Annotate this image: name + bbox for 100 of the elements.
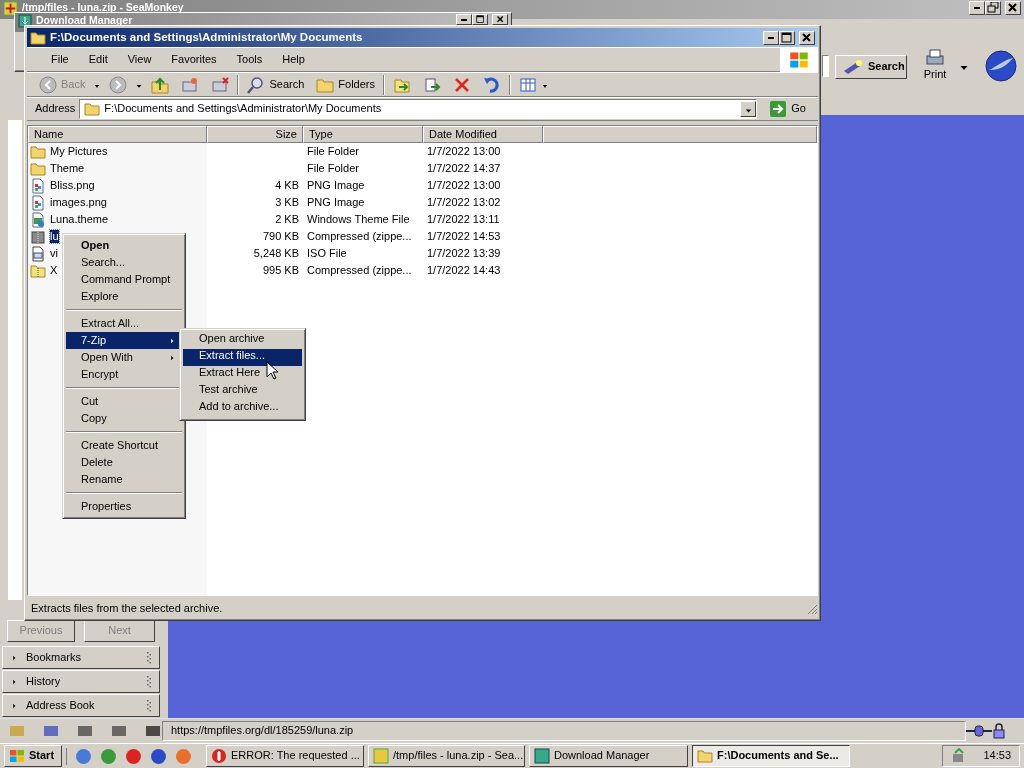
- file-name[interactable]: X: [50, 263, 58, 278]
- sidebar-panel-header[interactable]: Bookmarks: [2, 646, 160, 669]
- drive-icon: [211, 75, 230, 94]
- table-cell-text: ISO File: [306, 246, 348, 261]
- start-button[interactable]: Start: [4, 745, 62, 767]
- logo-icon: [985, 50, 1017, 82]
- menu-item[interactable]: Encrypt: [66, 366, 182, 383]
- menu-item[interactable]: Help: [274, 50, 313, 69]
- menu-item[interactable]: Open archive: [183, 332, 302, 349]
- error-icon: [211, 748, 227, 764]
- panel-title: Bookmarks: [26, 650, 83, 665]
- menu-item[interactable]: 7-Zip: [66, 332, 182, 349]
- url-field[interactable]: [822, 55, 829, 77]
- column-header[interactable]: Size: [207, 126, 303, 143]
- taskbar-button[interactable]: /tmp/files - luna.zip - Sea...: [368, 745, 525, 767]
- app-icon: [3, 1, 18, 16]
- minimize-button[interactable]: [763, 30, 779, 45]
- minimize-button[interactable]: [969, 1, 985, 15]
- table-cell-text: Windows Theme File: [306, 212, 411, 227]
- folder-icon: [697, 748, 713, 764]
- menu-item[interactable]: Test archive: [183, 383, 302, 400]
- menu-item[interactable]: Properties: [66, 498, 182, 515]
- column-header[interactable]: Type: [303, 126, 423, 143]
- folder-icon: [30, 29, 46, 46]
- file-name[interactable]: images.png: [50, 195, 107, 210]
- column-header[interactable]: Date Modified: [423, 126, 543, 143]
- file-name[interactable]: vi: [50, 246, 58, 261]
- app-icon: [373, 748, 389, 764]
- menu-item[interactable]: Favorites: [163, 50, 225, 69]
- connection-icon: [966, 723, 992, 739]
- menu-item[interactable]: Tools: [228, 50, 271, 69]
- menu-item[interactable]: Open With: [66, 349, 182, 366]
- window-title: Download Manager: [36, 14, 133, 27]
- table-cell-text: 1/7/2022 13:00: [426, 144, 502, 159]
- maximize-icon: [781, 31, 793, 44]
- menu-item[interactable]: Create Shortcut: [66, 437, 182, 454]
- folders-button[interactable]: Folders: [312, 73, 379, 96]
- theme-file-icon: [30, 211, 46, 228]
- restore-icon: [987, 2, 999, 14]
- search-button[interactable]: Search: [243, 73, 309, 96]
- table-cell-text: 1/7/2022 14:43: [426, 263, 502, 278]
- taskbar-button[interactable]: Download Manager: [529, 745, 688, 767]
- menu-item[interactable]: Copy: [66, 410, 182, 427]
- clock: 14:53: [983, 749, 1011, 763]
- window-title: /tmp/files - luna.zip - SeaMonkey: [22, 1, 184, 14]
- minimize-button[interactable]: [456, 14, 472, 25]
- table-cell-text: PNG Image: [306, 195, 366, 210]
- status-text: https://tmpfiles.org/dl/185259/luna.zip: [162, 721, 966, 741]
- file-name[interactable]: lu: [50, 229, 59, 244]
- sidebar-panel-header[interactable]: History: [2, 670, 160, 693]
- menu-item[interactable]: Edit: [80, 50, 116, 69]
- close-button[interactable]: [1005, 1, 1021, 15]
- file-name[interactable]: Bliss.png: [50, 178, 95, 193]
- menu-item[interactable]: View: [119, 50, 160, 69]
- menu-item[interactable]: Open: [66, 237, 182, 254]
- taskbar-button[interactable]: F:\Documents and Se...: [692, 745, 850, 767]
- menu-item[interactable]: Extract files...: [183, 349, 302, 366]
- file-name[interactable]: Theme: [50, 161, 85, 176]
- minimize-icon: [768, 36, 774, 39]
- print-button[interactable]: Print: [916, 46, 954, 86]
- table-cell-text: 1/7/2022 14:53: [426, 229, 502, 244]
- sidebar-panel-header[interactable]: Address Book: [2, 694, 160, 717]
- folder-icon: [30, 160, 46, 177]
- close-button[interactable]: [492, 14, 508, 25]
- panel-title: Address Book: [26, 698, 96, 713]
- maximize-icon: [475, 15, 485, 24]
- circle-icon: [175, 747, 192, 765]
- dropdown-button[interactable]: [740, 101, 757, 117]
- menu-item[interactable]: Rename: [66, 471, 182, 488]
- grip-icon: [147, 651, 151, 664]
- restore-button[interactable]: [985, 1, 1001, 15]
- window-title: F:\Documents and Settings\Administrator\My Documents: [50, 30, 363, 45]
- printer-icon: [924, 48, 946, 68]
- menu-item[interactable]: Explore: [66, 288, 182, 305]
- maximize-button[interactable]: [472, 14, 488, 25]
- table-cell-text: 1/7/2022 13:00: [426, 178, 502, 193]
- close-button[interactable]: [799, 30, 815, 45]
- menu-item[interactable]: Command Prompt: [66, 271, 182, 288]
- archive-icon: [30, 228, 46, 245]
- taskbar-button[interactable]: ERROR: The requested ...: [206, 745, 364, 767]
- address-field[interactable]: F:\Documents and Settings\Administrator\My Documents: [79, 99, 758, 119]
- menu-item[interactable]: Search...: [66, 254, 182, 271]
- menu-item[interactable]: Extract All...: [66, 315, 182, 332]
- go-button[interactable]: Go: [765, 98, 810, 120]
- maximize-button[interactable]: [779, 30, 795, 45]
- table-cell-text: Compressed (zippe...: [306, 263, 413, 278]
- menu-item[interactable]: Delete: [66, 454, 182, 471]
- table-cell-text: 4 KB: [274, 178, 300, 193]
- status-text: Extracts files from the selected archive.: [30, 602, 224, 616]
- table-cell-text: File Folder: [306, 144, 360, 159]
- menu-item[interactable]: File: [43, 50, 77, 69]
- menu-item[interactable]: Cut: [66, 393, 182, 410]
- menu-item[interactable]: Add to archive...: [183, 400, 302, 417]
- file-name[interactable]: My Pictures: [50, 144, 108, 159]
- views-icon: [519, 75, 537, 94]
- disc-image-icon: [30, 245, 46, 262]
- file-name[interactable]: Luna.theme: [50, 212, 109, 227]
- search-button[interactable]: Search: [835, 55, 907, 79]
- column-header[interactable]: Name: [28, 126, 207, 143]
- menu-item[interactable]: Extract Here: [183, 366, 302, 383]
